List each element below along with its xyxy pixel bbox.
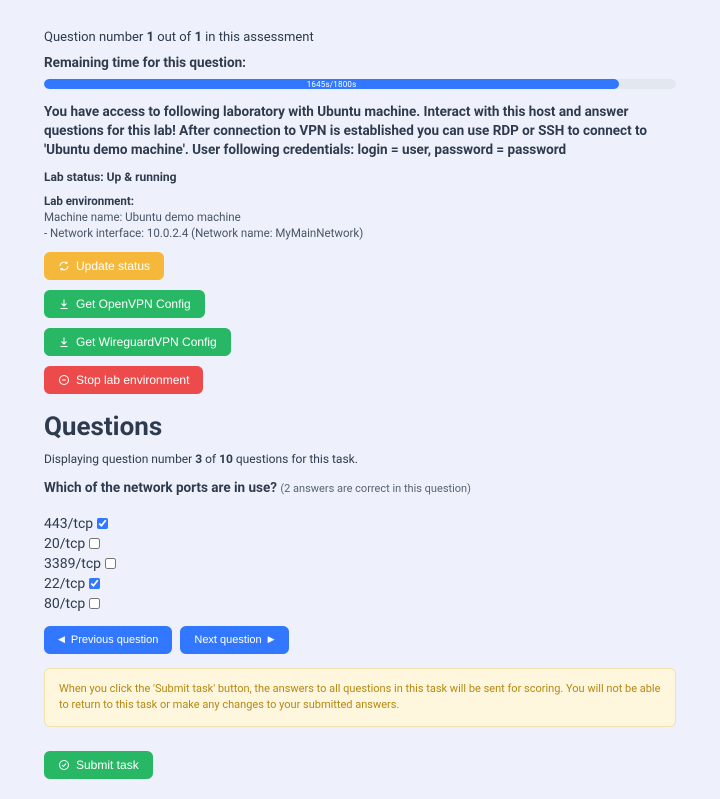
answer-checkbox[interactable] — [97, 518, 108, 529]
answer-checkbox[interactable] — [89, 578, 100, 589]
answer-option-label: 443/tcp — [44, 516, 93, 532]
get-openvpn-button[interactable]: Get OpenVPN Config — [44, 290, 205, 318]
question-text: Which of the network ports are in use? (… — [44, 480, 676, 496]
question-position-line: Displaying question number 3 of 10 quest… — [44, 452, 676, 466]
check-circle-icon — [58, 759, 70, 771]
answer-option[interactable]: 80/tcp — [44, 596, 676, 612]
download-icon — [58, 336, 70, 348]
answer-option[interactable]: 3389/tcp — [44, 556, 676, 572]
lab-network-interface: - Network interface: 10.0.2.4 (Network n… — [44, 226, 676, 240]
chevron-right-icon: ▶ — [268, 634, 275, 645]
chevron-left-icon: ◀ — [58, 634, 65, 645]
lab-status: Lab status: Up & running — [44, 170, 676, 184]
questions-heading: Questions — [44, 412, 676, 442]
question-hint: (2 answers are correct in this question) — [280, 482, 471, 495]
answer-option[interactable]: 443/tcp — [44, 516, 676, 532]
update-status-button[interactable]: Update status — [44, 252, 164, 280]
remaining-time-label: Remaining time for this question: — [44, 55, 676, 71]
answer-option-label: 22/tcp — [44, 576, 85, 592]
previous-question-button[interactable]: ◀ Previous question — [44, 626, 172, 654]
stop-lab-button[interactable]: Stop lab environment — [44, 366, 203, 394]
progress-text: 1645s/1800s — [307, 80, 357, 89]
download-icon — [58, 298, 70, 310]
answer-checkbox[interactable] — [89, 598, 100, 609]
progress-bar: 1645s/1800s — [44, 79, 676, 89]
answer-option[interactable]: 22/tcp — [44, 576, 676, 592]
get-wireguard-button[interactable]: Get WireguardVPN Config — [44, 328, 231, 356]
submit-task-button[interactable]: Submit task — [44, 751, 153, 779]
submit-warning: When you click the 'Submit task' button,… — [44, 668, 676, 727]
lab-env-heading: Lab environment: — [44, 194, 676, 208]
refresh-icon — [58, 260, 70, 272]
question-number-line: Question number 1 out of 1 in this asses… — [44, 30, 676, 45]
answer-options: 443/tcp 20/tcp 3389/tcp 22/tcp 80/tcp — [44, 516, 676, 612]
answer-option-label: 3389/tcp — [44, 556, 101, 572]
answer-option-label: 80/tcp — [44, 596, 85, 612]
lab-instructions: You have access to following laboratory … — [44, 103, 676, 160]
lab-machine-name: Machine name: Ubuntu demo machine — [44, 210, 676, 224]
next-question-button[interactable]: Next question ▶ — [180, 626, 288, 654]
answer-option-label: 20/tcp — [44, 536, 85, 552]
stop-icon — [58, 374, 70, 386]
answer-checkbox[interactable] — [89, 538, 100, 549]
answer-option[interactable]: 20/tcp — [44, 536, 676, 552]
answer-checkbox[interactable] — [105, 558, 116, 569]
